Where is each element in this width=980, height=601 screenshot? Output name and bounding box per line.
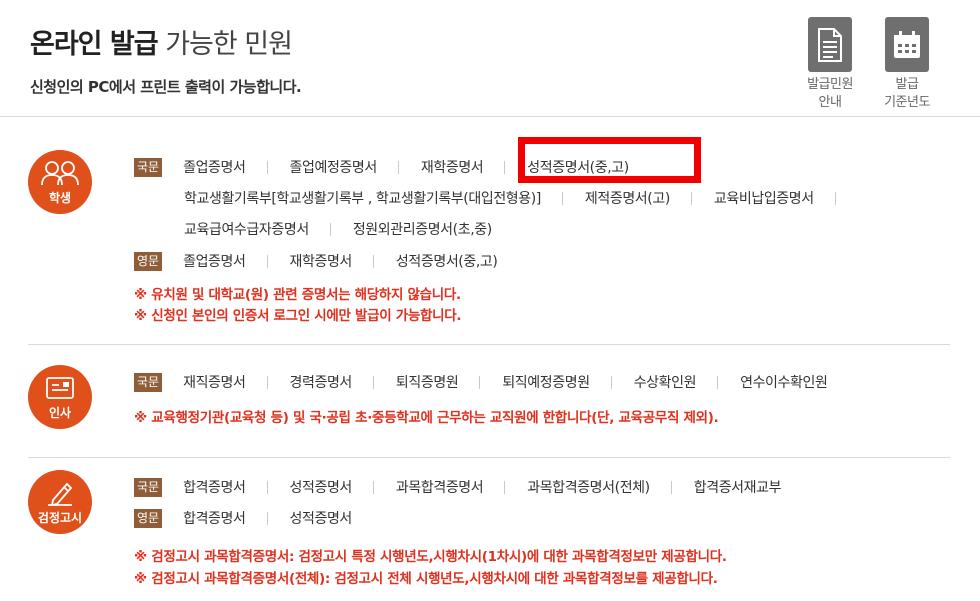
personnel-icon: [28, 374, 92, 402]
calendar-icon: [885, 17, 929, 72]
exam-link-subject-pass-all[interactable]: 과목합격증명서(전체): [527, 477, 650, 497]
personnel-note-1: ※ 교육행정기관(교육청 등) 및 국·공립 초·중등학교에 근무하는 교직원에…: [134, 410, 719, 426]
exam-badge-label: 검정고시: [37, 511, 83, 525]
student-badge: 학생: [28, 150, 92, 214]
page-title: 온라인 발급 가능한 민원: [30, 22, 293, 61]
personnel-link-award[interactable]: 수상확인원: [634, 372, 697, 392]
student-section: 학생 국문 졸업증명서 졸업예정증명서 재학증명서 성적증명서(중,고) 학교생…: [28, 117, 950, 344]
personnel-link-retirement[interactable]: 퇴직증명원: [396, 372, 459, 392]
student-note-2: ※ 신청인 본인의 인증서 로그인 시에만 발급이 가능합니다.: [134, 308, 462, 324]
separator: [397, 160, 399, 174]
student-link-education-benefit[interactable]: 교육급여수급자증명서: [184, 219, 309, 239]
issuance-base-year-button[interactable]: 발급 기준년도: [872, 17, 942, 112]
korean-tag: 국문: [134, 372, 163, 392]
personnel-badge-label: 인사: [48, 406, 72, 420]
exam-english-link-pass[interactable]: 합격증명서: [183, 508, 246, 528]
separator: [266, 375, 268, 389]
student-korean-row-1: 국문 졸업증명서 졸업예정증명서 재학증명서 성적증명서(중,고): [134, 156, 629, 178]
separator: [479, 375, 481, 389]
separator: [717, 375, 719, 389]
separator: [266, 254, 268, 268]
exam-link-subject-pass[interactable]: 과목합격증명서: [396, 477, 484, 497]
student-note-1: ※ 유치원 및 대학교(원) 관련 증명서는 해당하지 않습니다.: [134, 287, 461, 303]
separator: [266, 480, 268, 494]
exam-link-pass-certificate[interactable]: 합격증명서: [183, 477, 246, 497]
separator: [504, 480, 506, 494]
exam-badge: 검정고시: [28, 470, 92, 534]
personnel-korean-row: 국문 재직증명서 경력증명서 퇴직증명원 퇴직예정증명원 수상확인원 연수이수확…: [134, 371, 828, 393]
student-link-tuition-payment[interactable]: 교육비납입증명서: [714, 188, 814, 208]
personnel-section: 인사 국문 재직증명서 경력증명서 퇴직증명원 퇴직예정증명원 수상확인원 연수…: [28, 345, 950, 457]
student-link-extra-quota[interactable]: 정원외관리증명서(초,중): [353, 219, 492, 239]
separator: [372, 375, 374, 389]
separator: [266, 511, 268, 525]
student-link-school-record[interactable]: 학교생활기록부[학교생활기록부 , 학교생활기록부(대입전형용)]: [184, 188, 541, 208]
exam-english-link-transcript[interactable]: 성적증명서: [290, 508, 353, 528]
personnel-link-career[interactable]: 경력증명서: [290, 372, 353, 392]
separator: [372, 480, 374, 494]
separator: [834, 191, 836, 205]
student-link-expected-graduation[interactable]: 졸업예정증명서: [290, 157, 378, 177]
student-english-link-transcript[interactable]: 성적증명서(중,고): [396, 251, 498, 271]
student-english-row: 영문 졸업증명서 재학증명서 성적증명서(중,고): [134, 250, 498, 272]
document-icon: [808, 17, 852, 72]
issuance-base-year-label: 발급 기준년도: [884, 77, 930, 110]
page-header: 온라인 발급 가능한 민원 신청인의 PC에서 프린트 출력이 가능합니다. 발…: [0, 0, 980, 117]
separator: [670, 480, 672, 494]
pencil-icon: [28, 479, 92, 507]
separator: [329, 222, 331, 236]
page-title-light: 가능한 민원: [165, 29, 293, 60]
english-tag: 영문: [134, 508, 163, 528]
separator: [372, 254, 374, 268]
student-korean-row-2: 학교생활기록부[학교생활기록부 , 학교생활기록부(대입전형용)] 제적증명서(…: [184, 187, 858, 209]
separator: [610, 375, 612, 389]
exam-section: 검정고시 국문 합격증명서 성적증명서 과목합격증명서 과목합격증명서(전체) …: [28, 458, 950, 601]
issuance-guide-label: 발급민원 안내: [807, 77, 853, 110]
korean-tag: 국문: [134, 477, 163, 497]
student-link-enrollment-certificate[interactable]: 재학증명서: [421, 157, 484, 177]
separator: [561, 191, 563, 205]
student-korean-row-3: 교육급여수급자증명서 정원외관리증명서(초,중): [184, 218, 492, 240]
exam-english-row: 영문 합격증명서 성적증명서: [134, 507, 352, 529]
student-english-link-enrollment[interactable]: 재학증명서: [290, 251, 353, 271]
page-subtitle: 신청인의 PC에서 프린트 출력이 가능합니다.: [30, 78, 302, 96]
exam-korean-row: 국문 합격증명서 성적증명서 과목합격증명서 과목합격증명서(전체) 합격증서재…: [134, 476, 782, 498]
exam-note-1: ※ 검정고시 과목합격증명서: 검정고시 특정 시행년도,시행차시(1차시)에 …: [134, 549, 727, 565]
student-link-transcript[interactable]: 성적증명서(중,고): [527, 157, 629, 177]
page-title-bold: 온라인 발급: [30, 29, 159, 60]
student-link-graduation-certificate[interactable]: 졸업증명서: [183, 157, 246, 177]
student-english-link-graduation[interactable]: 졸업증명서: [183, 251, 246, 271]
personnel-link-employment[interactable]: 재직증명서: [183, 372, 246, 392]
students-icon: [28, 159, 92, 187]
separator: [504, 160, 506, 174]
exam-link-reissue-certificate[interactable]: 합격증서재교부: [694, 477, 782, 497]
issuance-guide-button[interactable]: 발급민원 안내: [795, 17, 865, 112]
separator: [266, 160, 268, 174]
exam-note-2: ※ 검정고시 과목합격증명서(전체): 검정고시 전체 시행년도,시행차시에 대…: [134, 571, 718, 587]
exam-link-transcript[interactable]: 성적증명서: [290, 477, 353, 497]
student-badge-label: 학생: [48, 191, 72, 205]
student-link-expulsion-certificate[interactable]: 제적증명서(고): [585, 188, 670, 208]
korean-tag: 국문: [134, 157, 163, 177]
personnel-link-expected-retirement[interactable]: 퇴직예정증명원: [502, 372, 590, 392]
personnel-link-training[interactable]: 연수이수확인원: [740, 372, 828, 392]
english-tag: 영문: [134, 251, 163, 271]
separator: [690, 191, 692, 205]
personnel-badge: 인사: [28, 365, 92, 429]
